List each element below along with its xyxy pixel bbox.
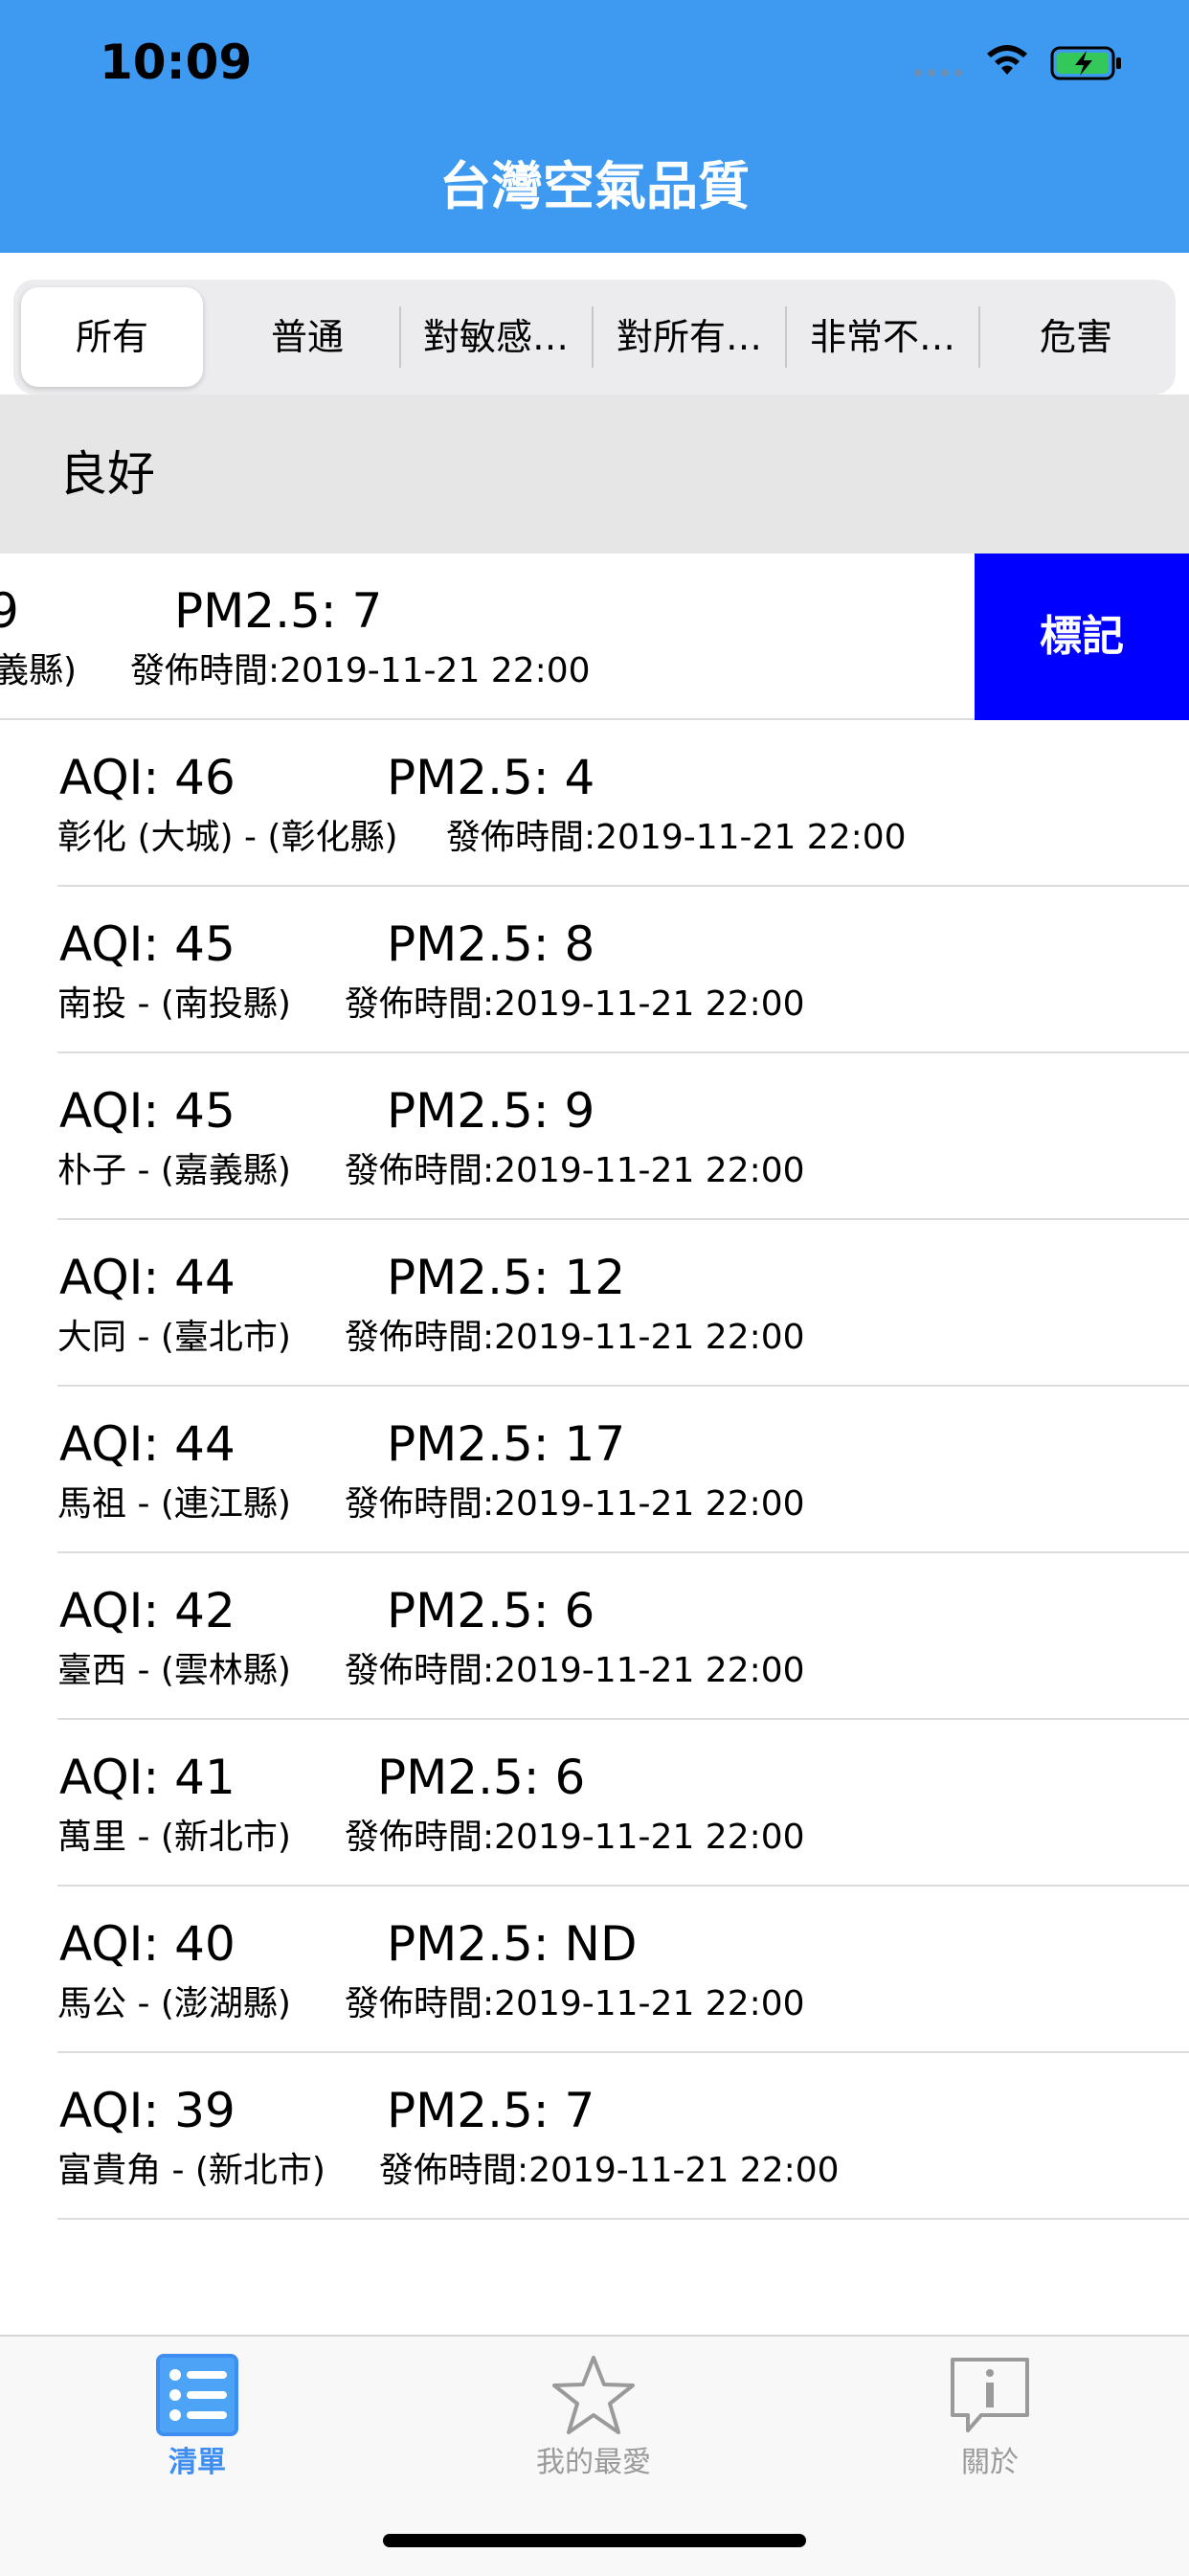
station-name: 義縣) bbox=[0, 651, 78, 690]
publish-time: 發佈時間:2019-11-21 22:00 bbox=[345, 1651, 805, 1690]
segment-divider bbox=[399, 306, 401, 368]
pm25-value: PM2.5: 7 bbox=[174, 583, 383, 639]
category-segmented-control: 所有 普通 對敏感… 對所有… 非常不… 危害 bbox=[13, 280, 1176, 395]
segment-sensitive-groups[interactable]: 對敏感… bbox=[402, 287, 590, 387]
aqi-value: AQI: 45 bbox=[59, 1083, 236, 1139]
navigation-bar: 10:09 台灣空氣品質 bbox=[0, 0, 1189, 253]
tab-label: 我的最愛 bbox=[536, 2446, 651, 2479]
star-icon bbox=[552, 2356, 635, 2434]
station-name: 馬公 - (澎湖縣) bbox=[57, 1984, 291, 2023]
publish-time: 發佈時間:2019-11-21 22:00 bbox=[379, 2151, 840, 2190]
publish-time: 發佈時間:2019-11-21 22:00 bbox=[345, 1984, 805, 2023]
table-row[interactable]: AQI: 39 PM2.5: 7 富貴角 - (新北市) 發佈時間:2019-1… bbox=[0, 2053, 1189, 2220]
aqi-value: AQI: 41 bbox=[59, 1750, 236, 1805]
station-name: 彰化 (大城) - (彰化縣) bbox=[57, 818, 398, 857]
wifi-icon bbox=[987, 45, 1027, 75]
aqi-value: AQI: 42 bbox=[59, 1583, 236, 1638]
status-icons bbox=[914, 42, 1134, 86]
publish-time: 發佈時間:2019-11-21 22:00 bbox=[345, 1318, 805, 1357]
tab-about[interactable]: 關於 bbox=[846, 2352, 1133, 2486]
table-row[interactable]: AQI: 41 PM2.5: 6 萬里 - (新北市) 發佈時間:2019-11… bbox=[0, 1720, 1189, 1887]
battery-charging-icon bbox=[1050, 46, 1121, 80]
row-separator bbox=[57, 2218, 1189, 2220]
station-name: 馬祖 - (連江縣) bbox=[57, 1484, 291, 1524]
segment-moderate[interactable]: 普通 bbox=[216, 287, 398, 387]
home-indicator[interactable] bbox=[383, 2534, 806, 2547]
station-name: 富貴角 - (新北市) bbox=[57, 2151, 325, 2190]
table-row[interactable]: AQI: 46 PM2.5: 4 彰化 (大城) - (彰化縣) 發佈時間:20… bbox=[0, 720, 1189, 887]
publish-time: 發佈時間:2019-11-21 22:00 bbox=[130, 651, 591, 690]
pm25-value: PM2.5: 17 bbox=[387, 1416, 626, 1472]
segment-all-groups[interactable]: 對所有… bbox=[595, 287, 783, 387]
station-name: 大同 - (臺北市) bbox=[57, 1318, 291, 1357]
table-row[interactable]: AQI: 44 PM2.5: 12 大同 - (臺北市) 發佈時間:2019-1… bbox=[0, 1220, 1189, 1387]
cellular-signal-icon bbox=[914, 69, 962, 77]
aqi-value: AQI: 39 bbox=[59, 2083, 236, 2138]
pm25-value: PM2.5: 6 bbox=[377, 1750, 586, 1805]
pm25-value: PM2.5: 4 bbox=[387, 750, 595, 805]
section-title: 良好 bbox=[59, 446, 155, 502]
status-time: 10:09 bbox=[100, 34, 253, 90]
list-icon bbox=[156, 2354, 238, 2436]
station-name: 朴子 - (嘉義縣) bbox=[57, 1151, 291, 1190]
aqi-value: AQI: 45 bbox=[59, 916, 236, 972]
publish-time: 發佈時間:2019-11-21 22:00 bbox=[345, 1818, 805, 1857]
pm25-value: PM2.5: 7 bbox=[387, 2083, 595, 2138]
section-header: 良好 bbox=[0, 395, 1189, 554]
aqi-value: 9 bbox=[0, 583, 19, 639]
publish-time: 發佈時間:2019-11-21 22:00 bbox=[345, 1484, 805, 1524]
pm25-value: PM2.5: 9 bbox=[387, 1083, 595, 1139]
info-bubble-icon bbox=[951, 2358, 1029, 2432]
station-name: 臺西 - (雲林縣) bbox=[57, 1651, 291, 1690]
tab-list[interactable]: 清單 bbox=[54, 2352, 341, 2486]
station-name: 萬里 - (新北市) bbox=[57, 1818, 291, 1857]
publish-time: 發佈時間:2019-11-21 22:00 bbox=[345, 984, 805, 1024]
page-title: 台灣空氣品質 bbox=[439, 156, 750, 216]
aqi-value: AQI: 44 bbox=[59, 1416, 236, 1472]
aqi-value: AQI: 46 bbox=[59, 750, 236, 805]
pm25-value: PM2.5: 8 bbox=[387, 916, 595, 972]
tab-label: 關於 bbox=[961, 2446, 1019, 2479]
table-row-swiped[interactable]: 9 PM2.5: 7 義縣) 發佈時間:2019-11-21 22:00 標記 bbox=[0, 554, 1189, 720]
mark-favorite-button[interactable]: 標記 bbox=[975, 554, 1189, 720]
segment-all[interactable]: 所有 bbox=[21, 287, 203, 387]
segment-hazardous[interactable]: 危害 bbox=[982, 287, 1170, 387]
tab-label: 清單 bbox=[168, 2446, 226, 2479]
station-name: 南投 - (南投縣) bbox=[57, 984, 291, 1024]
table-row[interactable]: AQI: 42 PM2.5: 6 臺西 - (雲林縣) 發佈時間:2019-11… bbox=[0, 1553, 1189, 1720]
segment-divider bbox=[978, 306, 980, 368]
table-row[interactable]: AQI: 40 PM2.5: ND 馬公 - (澎湖縣) 發佈時間:2019-1… bbox=[0, 1887, 1189, 2053]
segment-divider bbox=[785, 306, 787, 368]
publish-time: 發佈時間:2019-11-21 22:00 bbox=[345, 1151, 805, 1190]
table-row[interactable]: AQI: 45 PM2.5: 9 朴子 - (嘉義縣) 發佈時間:2019-11… bbox=[0, 1053, 1189, 1220]
aqi-value: AQI: 44 bbox=[59, 1250, 236, 1305]
pm25-value: PM2.5: 6 bbox=[387, 1583, 595, 1638]
publish-time: 發佈時間:2019-11-21 22:00 bbox=[446, 818, 907, 857]
pm25-value: PM2.5: ND bbox=[387, 1916, 638, 1972]
table-row[interactable]: AQI: 44 PM2.5: 17 馬祖 - (連江縣) 發佈時間:2019-1… bbox=[0, 1387, 1189, 1553]
pm25-value: PM2.5: 12 bbox=[387, 1250, 626, 1305]
tab-favorites[interactable]: 我的最愛 bbox=[450, 2352, 737, 2486]
segment-divider bbox=[592, 306, 594, 368]
table-row[interactable]: AQI: 45 PM2.5: 8 南投 - (南投縣) 發佈時間:2019-11… bbox=[0, 887, 1189, 1053]
aqi-value: AQI: 40 bbox=[59, 1916, 236, 1972]
segment-very-unhealthy[interactable]: 非常不… bbox=[789, 287, 976, 387]
